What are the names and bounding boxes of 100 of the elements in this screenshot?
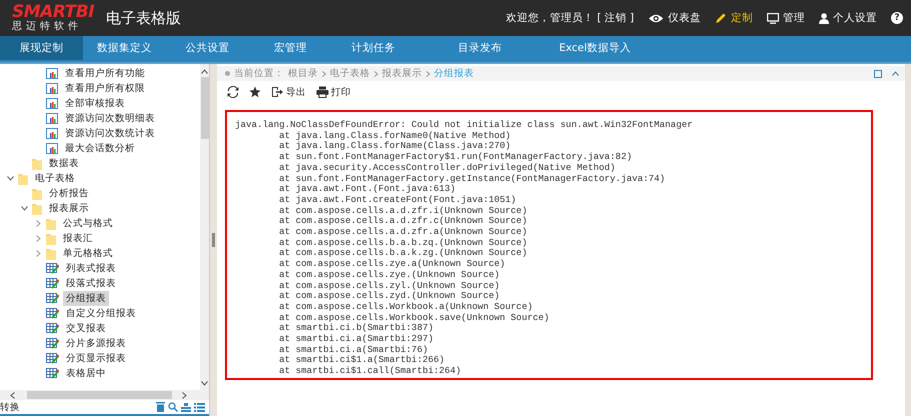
print-button[interactable]: 打印 [316,86,351,98]
logo-subtitle: 思迈特软件 [12,22,83,32]
header-link[interactable]: 管理 [767,11,805,25]
scrollbar[interactable] [0,390,209,400]
header-link[interactable]: 仪表盘 [648,11,701,25]
tree-item[interactable]: 查看用户所有功能 [62,66,148,81]
help-icon[interactable]: ? [891,12,903,24]
stack-trace-line: at smartbi.ci$1.call(Smartbi:264) [278,366,462,377]
monitor-icon [767,12,779,24]
tree-item[interactable]: 资源访问次数明细表 [62,111,158,126]
tree-item[interactable]: 公式与格式 [60,216,116,231]
tree-item[interactable]: 单元格格式 [60,246,116,261]
tree-item[interactable]: 报表展示 [46,201,92,216]
product-title: 电子表格版 [106,8,182,28]
folder-icon [46,232,56,244]
maximize-icon[interactable] [874,70,882,78]
align-icon[interactable] [181,402,191,412]
header-link[interactable]: 定制 [715,11,753,25]
nav-tab[interactable]: 宏管理 [249,36,332,60]
chart-report-icon [46,98,58,109]
eye-icon [648,12,664,24]
star-icon[interactable] [249,86,261,98]
chart-report-icon [46,83,58,94]
folder-icon [46,248,56,260]
spreadsheet-icon [46,278,59,289]
tree-item[interactable]: 电子表格 [32,171,78,186]
pencil-icon [715,12,727,24]
stack-trace-line: at com.aspose.cells.Workbook.a(Unknown Source) [278,302,534,313]
scroll-down-icon[interactable] [201,381,208,386]
stack-trace-line: at com.aspose.cells.zye.(Unknown Source) [278,270,501,281]
nav-tab[interactable]: 计划任务 [332,36,415,60]
list-icon[interactable] [194,402,205,412]
person-icon [819,12,829,24]
stack-trace-line: at smartbi.ci.a(Smartbi:76) [278,344,429,355]
scrollbar-thumb[interactable] [200,77,208,139]
tree-item[interactable]: 自定义分组报表 [63,306,139,321]
nav-tab[interactable]: 公共设置 [166,36,249,60]
tree-item[interactable]: 分页显示报表 [63,351,129,366]
spreadsheet-icon [46,293,59,304]
export-icon [271,86,284,98]
breadcrumb-label: 当前位置： [234,67,284,80]
tree-item[interactable]: 表格居中 [63,366,109,381]
convert-label: 转换 [0,400,21,414]
chart-report-icon [46,68,58,79]
folder-icon [46,218,56,230]
trash-icon[interactable] [156,402,165,412]
stack-trace-line: at com.aspose.cells.Workbook.save(Unknown Source) [278,312,550,323]
header-link[interactable]: 个人设置 [819,11,877,25]
stack-trace-line: at smartbi.ci.a(Smartbi:297) [278,334,434,345]
logo: SMARTBI [12,4,94,21]
stack-trace-line: at sun.font.FontManagerFactory$1.run(FontManagerFactory.java:82) [278,152,633,163]
stack-trace-line: at com.aspose.cells.a.d.zfr.i(Unknown Source) [278,206,528,216]
stack-trace-line: at com.aspose.cells.a.d.zfr.a(Unknown Source) [278,227,528,238]
scroll-right-icon[interactable] [182,392,187,398]
spreadsheet-icon [46,368,59,379]
tree-item[interactable]: 数据表 [46,156,82,171]
spreadsheet-icon [46,338,59,349]
export-button[interactable]: 导出 [271,86,306,98]
chevron-icon [322,70,326,76]
collapse-up-icon[interactable] [892,71,899,76]
logout-link[interactable]: [ 注销 ] [597,11,634,25]
folder-icon [32,202,42,214]
tree-item[interactable]: 列表式报表 [63,261,119,276]
scrollbar-thumb[interactable] [27,391,172,399]
search-icon[interactable] [168,402,178,412]
stack-trace-line: at com.aspose.cells.zye.a(Unknown Source) [278,259,506,270]
tree-item[interactable]: 报表汇 [60,231,96,246]
folder-icon [32,158,42,170]
refresh-icon[interactable] [227,86,239,98]
nav-tab[interactable]: Excel数据导入 [545,36,645,60]
chart-report-icon [46,128,58,139]
tree-item[interactable]: 段落式报表 [63,276,119,291]
chart-report-icon [46,143,58,154]
tree-item[interactable]: 分片多源报表 [63,336,129,351]
chevron-icon [374,70,378,76]
scrollbar[interactable] [200,64,209,390]
tree-item[interactable]: 最大会话数分析 [62,141,138,156]
stack-trace-line: at java.lang.Class.forName(Class.java:270) [278,141,512,152]
spreadsheet-icon [46,353,59,364]
nav-tab[interactable]: 目录发布 [415,36,545,60]
nav-tab[interactable]: 数据集定义 [83,36,166,60]
scroll-left-icon[interactable] [10,392,15,398]
folder-icon [32,188,42,200]
nav-tab[interactable]: 展现定制 [0,36,83,60]
tree-item[interactable]: 资源访问次数统计表 [62,126,158,141]
printer-icon [316,86,329,98]
spreadsheet-icon [46,308,59,319]
tree-item[interactable]: 全部审核报表 [62,96,128,111]
tree-item[interactable]: 交叉报表 [63,321,109,336]
stack-trace-line: at java.lang.Class.forName0(Native Method) [278,130,512,141]
folder-icon [18,172,28,184]
stack-trace-line: at sun.font.FontManagerFactory.getInstance(FontManagerFactory.java:74) [278,174,666,184]
tree-item[interactable]: 查看用户所有权限 [62,81,148,96]
splitter-handle-icon[interactable] [212,233,215,247]
bullet-icon [225,71,230,76]
tree-item[interactable]: 分析报告 [46,186,92,201]
scroll-up-icon[interactable] [201,69,208,74]
chart-report-icon [46,113,58,124]
tree-item[interactable]: 分组报表 [63,291,109,306]
stack-trace-line: at com.aspose.cells.b.a.k.zg.(Unknown Source) [278,248,528,259]
